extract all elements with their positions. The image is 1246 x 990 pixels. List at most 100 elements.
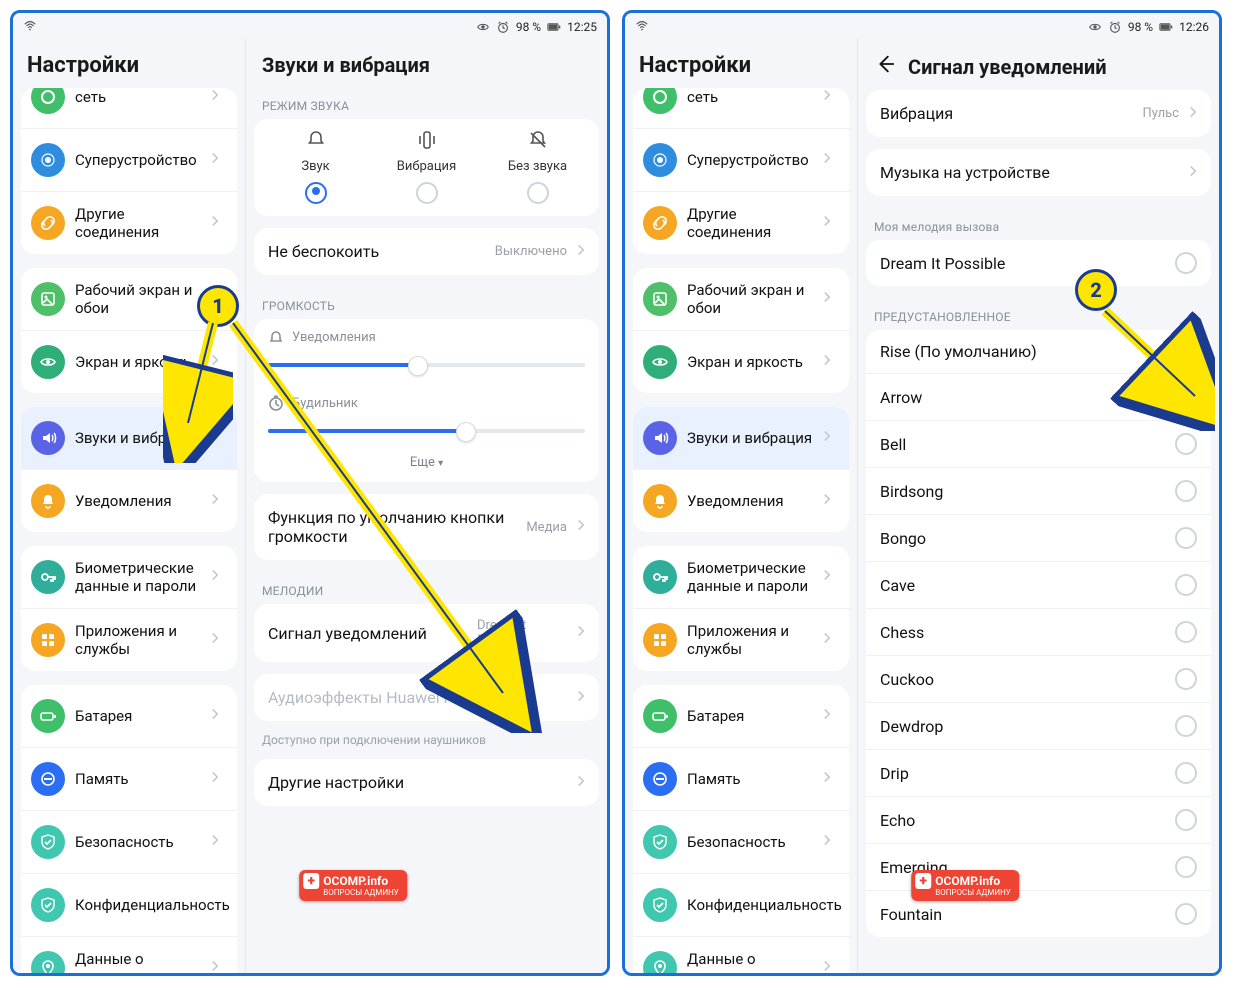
- volume-slider-0[interactable]: Уведомления: [254, 319, 599, 385]
- other-settings-row[interactable]: Другие настройки: [254, 759, 599, 806]
- sidebar-item-5[interactable]: Звуки и вибрация: [633, 407, 849, 469]
- sidebar-item-10[interactable]: Память: [633, 747, 849, 810]
- sidebar-item-3[interactable]: Рабочий экран и обои: [21, 268, 237, 330]
- volume-slider-1[interactable]: Будильник: [254, 385, 599, 451]
- sidebar-icon-1: [31, 143, 65, 177]
- sidebar-label: Биометрические данные и пароли: [687, 559, 813, 595]
- preset-item-9[interactable]: Drip: [866, 749, 1211, 796]
- sidebar-item-9[interactable]: Батарея: [21, 685, 237, 747]
- sidebar-item-2[interactable]: Другие соединения: [21, 191, 237, 254]
- sidebar-icon-13: [643, 951, 677, 973]
- more-toggle[interactable]: Еще ▾: [254, 451, 599, 482]
- status-bar: 98 % 12:25: [13, 13, 607, 39]
- watermark: OCOMP.infoВОПРОСЫ АДМИНУ: [299, 870, 407, 901]
- chevron-right-icon: [823, 215, 839, 231]
- mode-option-1[interactable]: Вибрация: [371, 129, 482, 204]
- sidebar-item-1[interactable]: Суперустройство: [633, 128, 849, 191]
- sidebar-item-5[interactable]: Звуки и вибрация: [21, 407, 237, 469]
- sidebar-icon-11: [31, 825, 65, 859]
- sidebar-item-0[interactable]: сеть: [633, 88, 849, 128]
- sidebar-icon-7: [31, 560, 65, 594]
- sidebar-item-0[interactable]: сеть: [21, 88, 237, 128]
- preset-item-7[interactable]: Cuckoo: [866, 655, 1211, 702]
- notification-sound-row[interactable]: Сигнал уведомлений Dream It Possible: [254, 604, 599, 662]
- sidebar-item-11[interactable]: Безопасность: [21, 810, 237, 873]
- mode-option-2[interactable]: Без звука: [482, 129, 593, 204]
- device-music-row[interactable]: Музыка на устройстве: [866, 149, 1211, 196]
- sidebar-item-4[interactable]: Экран и яркость: [21, 330, 237, 393]
- preset-item-10[interactable]: Echo: [866, 796, 1211, 843]
- sidebar-icon-7: [643, 560, 677, 594]
- sidebar-icon-6: [643, 484, 677, 518]
- radio-icon: [1175, 574, 1197, 596]
- sidebar-icon-9: [31, 699, 65, 733]
- sidebar-item-12[interactable]: Конфиденциальность: [633, 873, 849, 936]
- sidebar-item-8[interactable]: Приложения и службы: [21, 608, 237, 671]
- sidebar-item-4[interactable]: Экран и яркость: [633, 330, 849, 393]
- sidebar-label: Рабочий экран и обои: [75, 281, 201, 317]
- sidebar-label: Экран и яркость: [687, 353, 813, 371]
- sidebar-item-6[interactable]: Уведомления: [21, 469, 237, 532]
- preset-item-1[interactable]: Arrow: [866, 373, 1211, 420]
- battery-percent: 98 %: [1128, 20, 1153, 34]
- sidebar-label: Другие соединения: [687, 205, 813, 241]
- clock: 12:26: [1179, 20, 1209, 34]
- sidebar-item-10[interactable]: Память: [21, 747, 237, 810]
- sidebar-item-2[interactable]: Другие соединения: [633, 191, 849, 254]
- page-title: Звуки и вибрация: [246, 39, 607, 87]
- preset-item-0[interactable]: Rise (По умолчанию): [866, 330, 1211, 373]
- chevron-right-icon: [823, 89, 839, 105]
- dnd-row[interactable]: Не беспокоить Выключено: [254, 228, 599, 275]
- chevron-right-icon: [577, 625, 585, 641]
- back-button[interactable]: [874, 53, 896, 80]
- radio-icon: [527, 182, 549, 204]
- my-ringtone-item[interactable]: Dream It Possible: [866, 240, 1211, 286]
- chevron-right-icon: [823, 960, 839, 973]
- radio-icon: [1175, 809, 1197, 831]
- radio-icon: [305, 182, 327, 204]
- sidebar-item-11[interactable]: Безопасность: [633, 810, 849, 873]
- chevron-right-icon: [211, 632, 227, 648]
- mode-option-0[interactable]: Звук: [260, 129, 371, 204]
- sidebar-label: Батарея: [75, 707, 201, 725]
- preset-item-6[interactable]: Chess: [866, 608, 1211, 655]
- sidebar-icon-4: [643, 345, 677, 379]
- chevron-right-icon: [211, 152, 227, 168]
- sidebar-item-7[interactable]: Биометрические данные и пароли: [21, 546, 237, 608]
- section-volume: ГРОМКОСТЬ: [246, 287, 607, 319]
- sidebar-label: Конфиденциальность: [75, 896, 230, 914]
- radio-icon: [1169, 343, 1197, 361]
- vibration-row[interactable]: Вибрация Пульс: [866, 90, 1211, 137]
- chevron-right-icon: [211, 493, 227, 509]
- chevron-right-icon: [211, 89, 227, 105]
- sidebar-item-13[interactable]: Данные о местоположении: [633, 936, 849, 973]
- preset-item-8[interactable]: Dewdrop: [866, 702, 1211, 749]
- radio-icon: [1175, 856, 1197, 878]
- sidebar-item-3[interactable]: Рабочий экран и обои: [633, 268, 849, 330]
- sidebar-icon-0: [643, 88, 677, 114]
- sidebar-item-12[interactable]: Конфиденциальность: [21, 873, 237, 936]
- sidebar-label: Безопасность: [75, 833, 201, 851]
- preset-item-5[interactable]: Cave: [866, 561, 1211, 608]
- preset-item-4[interactable]: Bongo: [866, 514, 1211, 561]
- sidebar-icon-10: [31, 762, 65, 796]
- chevron-right-icon: [577, 519, 585, 535]
- page-title: Сигнал уведомлений: [908, 55, 1107, 79]
- radio-icon: [1175, 252, 1197, 274]
- volume-button-func[interactable]: Функция по умолчанию кнопки громкости Ме…: [254, 494, 599, 560]
- chevron-right-icon: [823, 291, 839, 307]
- sidebar-label: Приложения и службы: [75, 622, 201, 658]
- chevron-right-icon: [1189, 165, 1197, 181]
- sidebar-item-6[interactable]: Уведомления: [633, 469, 849, 532]
- sidebar-item-7[interactable]: Биометрические данные и пароли: [633, 546, 849, 608]
- section-my-ringtone: Моя мелодия вызова: [858, 208, 1219, 240]
- sidebar-item-1[interactable]: Суперустройство: [21, 128, 237, 191]
- radio-icon: [416, 182, 438, 204]
- sidebar-item-9[interactable]: Батарея: [633, 685, 849, 747]
- battery-percent: 98 %: [516, 20, 541, 34]
- sidebar-item-13[interactable]: Данные о местоположении: [21, 936, 237, 973]
- preset-item-3[interactable]: Birdsong: [866, 467, 1211, 514]
- chevron-right-icon: [577, 690, 585, 706]
- sidebar-item-8[interactable]: Приложения и службы: [633, 608, 849, 671]
- preset-item-2[interactable]: Bell: [866, 420, 1211, 467]
